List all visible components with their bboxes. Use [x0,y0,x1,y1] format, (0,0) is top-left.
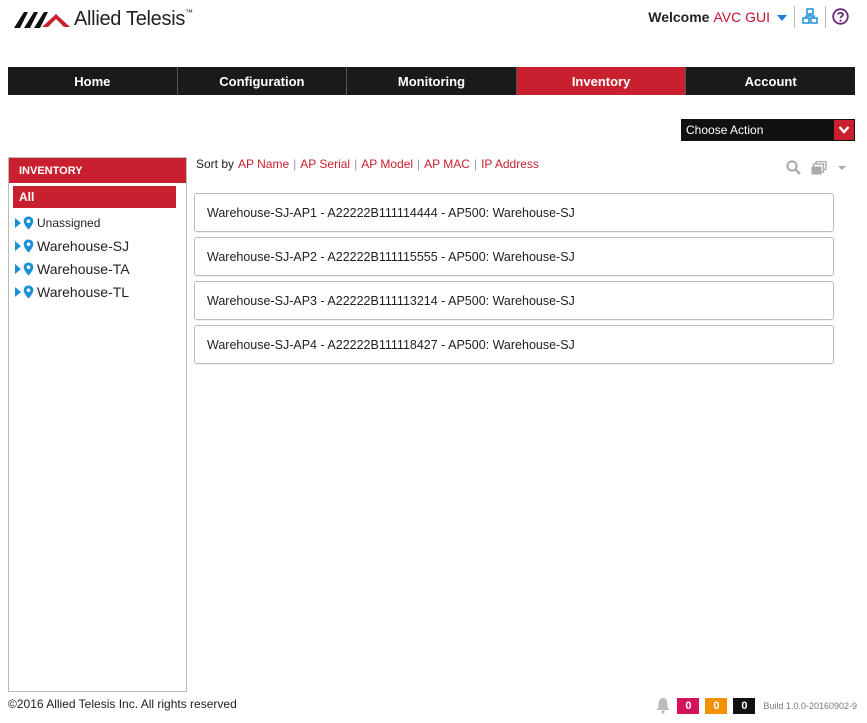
header-divider [794,6,795,28]
welcome-menu[interactable]: Welcome AVC GUI [648,9,787,25]
list-tools [786,160,847,175]
brand-logo[interactable]: Allied Telesis™ [14,8,193,31]
pin-icon [23,262,34,275]
inventory-sidebar: INVENTORY All Unassigned Warehouse-SJ Wa… [8,157,187,692]
main-nav: Home Configuration Monitoring Inventory … [8,67,855,95]
bell-icon[interactable] [655,697,671,714]
sort-ap-name[interactable]: AP Name [238,157,289,171]
sidebar-item-warehouse-ta[interactable]: Warehouse-TA [9,257,186,280]
sidebar-item-label: Warehouse-TA [37,260,130,277]
sidebar-item-label: Unassigned [37,215,101,230]
expand-arrow-icon[interactable] [15,217,21,228]
welcome-label: Welcome [648,9,710,25]
sidebar-item-warehouse-tl[interactable]: Warehouse-TL [9,280,186,303]
sidebar-item-label: Warehouse-SJ [37,237,130,254]
sidebar-item-unassigned[interactable]: Unassigned [9,211,186,234]
ap-list-item[interactable]: Warehouse-SJ-AP4 - A22222B111118427 - AP… [194,325,834,364]
status-badge-warning[interactable]: 0 [705,697,728,714]
nav-monitoring[interactable]: Monitoring [347,67,517,95]
status-bar: 0 0 0 Build 1.0.0-20160902-9 [655,697,857,714]
sort-ap-serial[interactable]: AP Serial [300,157,350,171]
ap-list-item[interactable]: Warehouse-SJ-AP1 - A22222B111114444 - AP… [194,193,834,232]
nav-home[interactable]: Home [8,67,178,95]
nav-configuration[interactable]: Configuration [178,67,348,95]
nav-account[interactable]: Account [686,67,855,95]
network-icon[interactable] [801,7,819,25]
sort-ap-mac[interactable]: AP MAC [424,157,470,171]
sidebar-item-warehouse-sj[interactable]: Warehouse-SJ [9,234,186,257]
ap-list: Warehouse-SJ-AP1 - A22222B111114444 - AP… [194,193,834,369]
sort-ap-model[interactable]: AP Model [361,157,413,171]
chevron-down-icon[interactable] [834,120,854,140]
pin-icon [23,285,34,298]
logo-mark-icon [14,11,70,28]
expand-arrow-icon[interactable] [15,286,21,297]
copyright: ©2016 Allied Telesis Inc. All rights res… [8,697,237,711]
sort-ip-address[interactable]: IP Address [481,157,539,171]
expand-arrow-icon[interactable] [15,263,21,274]
chevron-down-icon [777,15,787,21]
sort-bar: Sort by AP Name | AP Serial | AP Model |… [196,157,539,171]
pin-icon [23,216,34,229]
choose-action-dropdown[interactable]: Choose Action [681,119,855,141]
ap-list-item[interactable]: Warehouse-SJ-AP2 - A22222B111115555 - AP… [194,237,834,276]
sidebar-header: INVENTORY [9,158,186,183]
sort-label: Sort by [196,157,235,171]
status-badge-critical[interactable]: 0 [677,697,700,714]
sidebar-item-label: Warehouse-TL [37,283,130,300]
build-version: Build 1.0.0-20160902-9 [763,700,857,711]
stack-icon[interactable] [811,160,827,175]
brand-name: Allied Telesis™ [74,8,193,30]
status-badge-info[interactable]: 0 [733,697,756,714]
header-divider [825,6,826,28]
choose-action-label: Choose Action [686,123,764,137]
search-icon[interactable] [786,160,801,175]
help-icon[interactable] [831,7,849,25]
nav-inventory[interactable]: Inventory [516,67,687,95]
ap-list-item[interactable]: Warehouse-SJ-AP3 - A22222B111113214 - AP… [194,281,834,320]
sidebar-item-all[interactable]: All [13,186,176,208]
expand-arrow-icon[interactable] [15,240,21,251]
user-name: AVC GUI [713,9,770,25]
chevron-down-icon[interactable] [837,164,847,172]
pin-icon [23,239,34,252]
